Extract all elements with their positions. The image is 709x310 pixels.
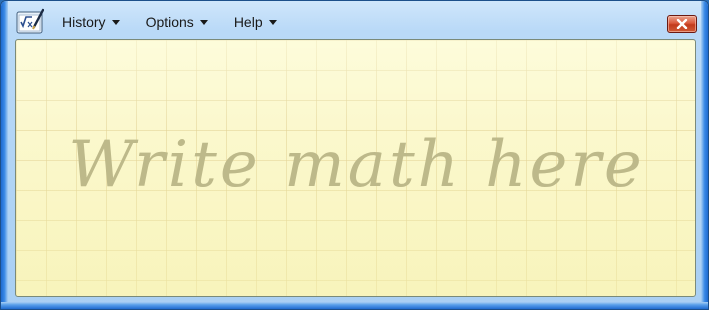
dropdown-arrow-icon — [199, 20, 208, 25]
writing-area-hint: Write math here — [68, 128, 645, 202]
writing-area[interactable]: Write math here — [15, 39, 696, 297]
math-input-panel-icon[interactable] — [16, 7, 45, 35]
menu-history-label: History — [62, 14, 106, 30]
window-bottom-border — [1, 302, 708, 309]
menu-help[interactable]: Help — [225, 11, 286, 33]
dropdown-arrow-icon — [268, 20, 277, 25]
close-button[interactable] — [667, 15, 697, 33]
dropdown-arrow-icon — [111, 20, 120, 25]
window-right-border — [701, 1, 708, 309]
menu-help-label: Help — [233, 14, 263, 30]
menu-history[interactable]: History — [53, 11, 129, 33]
window-left-border — [1, 1, 8, 309]
menu-options[interactable]: Options — [137, 11, 217, 33]
math-input-panel-window: History Options Help Write math here — [0, 0, 709, 310]
close-icon — [676, 19, 688, 29]
menu-options-label: Options — [145, 14, 194, 30]
menu-bar: History Options Help — [53, 10, 294, 34]
